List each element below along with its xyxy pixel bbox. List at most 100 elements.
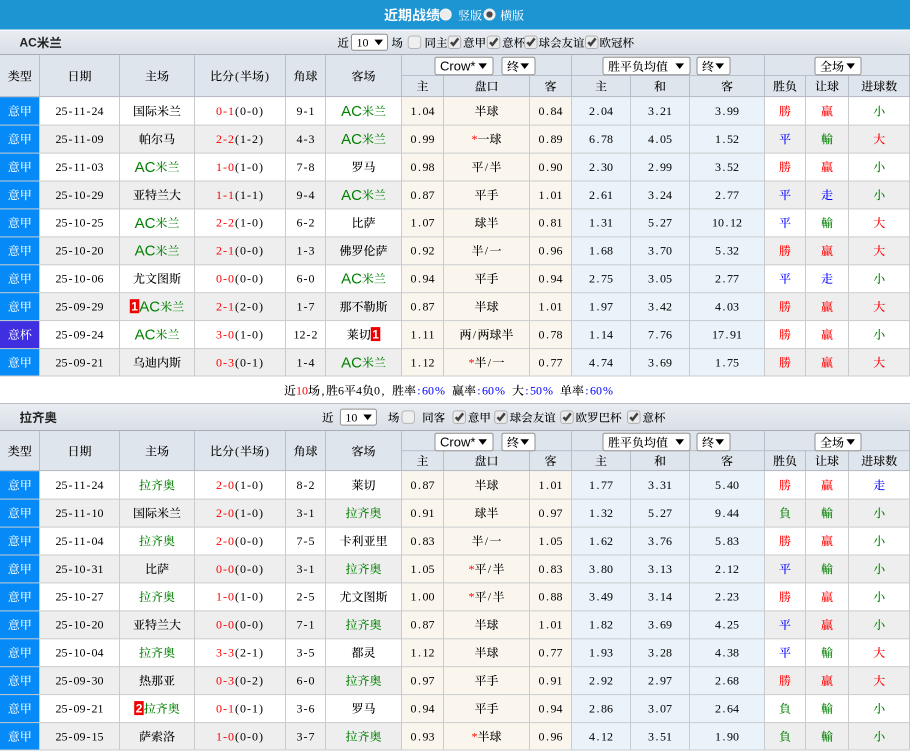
svg-text:1.90: 1.90: [715, 729, 739, 743]
svg-text:7.76: 7.76: [648, 327, 672, 341]
svg-text:3.52: 3.52: [715, 160, 739, 174]
svg-text:0.92: 0.92: [411, 244, 435, 258]
svg-text:25-11-24: 25-11-24: [56, 104, 104, 118]
svg-text:6: 6: [338, 383, 344, 397]
svg-text:25-09-21: 25-09-21: [56, 355, 104, 369]
svg-text:0.77: 0.77: [539, 646, 563, 660]
svg-text:(1-0): (1-0): [235, 216, 263, 230]
svg-text:1.01: 1.01: [539, 478, 563, 492]
svg-text:1.75: 1.75: [715, 355, 739, 369]
svg-text:1: 1: [131, 300, 138, 314]
svg-text:): ): [265, 69, 269, 83]
svg-text:2.04: 2.04: [589, 104, 613, 118]
svg-text:5.40: 5.40: [715, 478, 739, 492]
svg-text:1: 1: [372, 327, 379, 341]
svg-text:1-7: 1-7: [297, 300, 315, 314]
svg-text:2.61: 2.61: [589, 188, 613, 202]
svg-text:2.23: 2.23: [715, 590, 739, 604]
svg-text:7-5: 7-5: [297, 534, 315, 548]
svg-text:0.83: 0.83: [411, 534, 435, 548]
svg-text:AC: AC: [139, 299, 160, 316]
svg-text:(1-0): (1-0): [235, 160, 263, 174]
svg-text:0.77: 0.77: [539, 355, 563, 369]
svg-text:2-1: 2-1: [216, 300, 234, 314]
svg-text:25-10-20: 25-10-20: [56, 618, 104, 632]
svg-text:4-3: 4-3: [297, 132, 315, 146]
svg-text:%: %: [495, 383, 505, 397]
svg-text:0-0: 0-0: [216, 562, 234, 576]
svg-text:0.88: 0.88: [539, 590, 563, 604]
svg-text:0.89: 0.89: [539, 132, 563, 146]
svg-text:2: 2: [136, 701, 143, 715]
svg-text:3.51: 3.51: [648, 729, 672, 743]
svg-text:5.83: 5.83: [715, 534, 739, 548]
svg-text:0.91: 0.91: [411, 506, 435, 520]
svg-text:3.76: 3.76: [648, 534, 672, 548]
svg-text:25-11-24: 25-11-24: [56, 478, 104, 492]
svg-text:6.78: 6.78: [589, 132, 613, 146]
svg-text:25-11-09: 25-11-09: [56, 132, 104, 146]
svg-text:AC: AC: [135, 215, 156, 232]
svg-text:*: *: [469, 562, 475, 576]
svg-text:3.31: 3.31: [648, 478, 672, 492]
svg-text:AC: AC: [135, 327, 156, 344]
svg-text:3.14: 3.14: [648, 590, 672, 604]
svg-text:9-1: 9-1: [297, 104, 315, 118]
svg-text:%: %: [603, 383, 613, 397]
svg-text:25-10-29: 25-10-29: [56, 188, 104, 202]
svg-text:*: *: [472, 729, 478, 743]
svg-text:3-1: 3-1: [297, 506, 315, 520]
svg-text:(2-1): (2-1): [235, 646, 263, 660]
svg-text:25-10-04: 25-10-04: [56, 646, 104, 660]
svg-text:0.87: 0.87: [411, 618, 435, 632]
svg-text:2-1: 2-1: [216, 244, 234, 258]
svg-text:1.32: 1.32: [589, 506, 613, 520]
svg-text:25-10-20: 25-10-20: [56, 244, 104, 258]
svg-text:): ): [265, 444, 269, 458]
svg-text:25-11-04: 25-11-04: [56, 534, 104, 548]
svg-text:2.86: 2.86: [589, 701, 613, 715]
svg-text:1-1: 1-1: [216, 188, 234, 202]
svg-text:3.28: 3.28: [648, 646, 672, 660]
svg-text:(0-0): (0-0): [235, 534, 263, 548]
svg-text:9.44: 9.44: [715, 506, 739, 520]
svg-text:7-8: 7-8: [297, 160, 315, 174]
svg-text:AC: AC: [20, 36, 38, 50]
svg-text:25-11-03: 25-11-03: [56, 160, 104, 174]
svg-text:0.97: 0.97: [539, 506, 563, 520]
svg-text:(1-0): (1-0): [235, 327, 263, 341]
svg-text:2.64: 2.64: [715, 701, 739, 715]
svg-text:1.01: 1.01: [539, 618, 563, 632]
svg-text:2-0: 2-0: [216, 534, 234, 548]
svg-text:6-0: 6-0: [297, 272, 315, 286]
svg-text:0.84: 0.84: [539, 104, 563, 118]
svg-text:1.62: 1.62: [589, 534, 613, 548]
svg-text:(1-0): (1-0): [235, 590, 263, 604]
svg-text:25-09-15: 25-09-15: [56, 729, 104, 743]
svg-text:%: %: [435, 383, 445, 397]
svg-text:2-2: 2-2: [216, 216, 234, 230]
svg-text:1.14: 1.14: [589, 327, 613, 341]
svg-text:Crow*: Crow*: [440, 59, 475, 74]
svg-text:0.87: 0.87: [411, 300, 435, 314]
svg-text:0.96: 0.96: [539, 244, 563, 258]
svg-text:AC: AC: [341, 187, 362, 204]
svg-text:1.05: 1.05: [539, 534, 563, 548]
svg-text:2.30: 2.30: [589, 160, 613, 174]
svg-text:Crow*: Crow*: [440, 435, 475, 450]
svg-text:3.70: 3.70: [648, 244, 672, 258]
svg-text:3-6: 3-6: [297, 701, 315, 715]
svg-text:0.94: 0.94: [411, 272, 435, 286]
svg-text:(0-0): (0-0): [235, 618, 263, 632]
svg-text:(2-0): (2-0): [235, 300, 263, 314]
svg-text:AC: AC: [341, 354, 362, 371]
svg-text:0-3: 0-3: [216, 674, 234, 688]
svg-text:4.12: 4.12: [589, 729, 613, 743]
svg-text:25-09-29: 25-09-29: [56, 300, 104, 314]
svg-text:(0-0): (0-0): [235, 729, 263, 743]
svg-text:9-4: 9-4: [297, 188, 315, 202]
svg-text:,: ,: [322, 383, 325, 397]
svg-text:(: (: [235, 444, 239, 458]
svg-text:5.27: 5.27: [648, 216, 672, 230]
svg-text:3.80: 3.80: [589, 562, 613, 576]
